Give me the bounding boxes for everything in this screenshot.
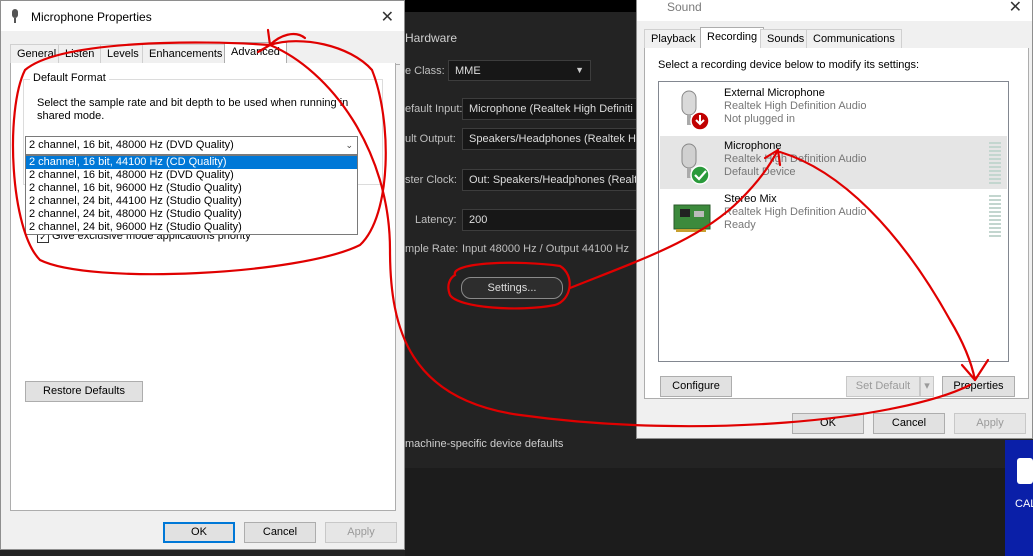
- device-row-microphone[interactable]: Microphone Realtek High Definition Audio…: [660, 136, 1007, 189]
- tab-sounds[interactable]: Sounds: [760, 29, 812, 49]
- ok-button[interactable]: OK: [792, 413, 864, 434]
- format-options-list: 2 channel, 16 bit, 44100 Hz (CD Quality)…: [25, 155, 358, 235]
- device-driver: Realtek High Definition Audio: [724, 100, 867, 112]
- apply-button[interactable]: Apply: [325, 522, 397, 543]
- default-input-value: Microphone (Realtek High Definiti: [469, 103, 633, 115]
- device-name: External Microphone: [724, 87, 825, 99]
- level-meter: [989, 195, 1001, 237]
- tab-enhancements[interactable]: Enhancements: [142, 44, 230, 64]
- format-option[interactable]: 2 channel, 24 bit, 44100 Hz (Studio Qual…: [26, 195, 357, 208]
- device-status: Ready: [724, 219, 756, 231]
- tab-recording[interactable]: Recording: [700, 27, 765, 49]
- advanced-panel: Default Format Select the sample rate an…: [10, 63, 396, 511]
- app-shortcut-icon: [1017, 458, 1033, 484]
- default-output-value: Speakers/Headphones (Realtek Hig: [469, 133, 637, 145]
- tab-general[interactable]: General: [10, 44, 64, 64]
- microphone-unplugged-icon: [681, 90, 710, 131]
- background-top-strip: [405, 0, 637, 12]
- hardware-section-title: Hardware: [405, 31, 458, 45]
- device-name: Microphone: [724, 140, 782, 152]
- device-class-label: e Class:: [405, 65, 445, 77]
- recording-instruction: Select a recording device below to modif…: [658, 59, 920, 71]
- device-driver: Realtek High Definition Audio: [724, 153, 867, 165]
- recording-device-list: External Microphone Realtek High Definit…: [658, 81, 1009, 362]
- sound-dialog: Sound ✕ Playback Recording Sounds Commun…: [636, 0, 1033, 439]
- sound-title: Sound: [667, 0, 702, 14]
- sample-rate-label: mple Rate:: [405, 243, 459, 255]
- device-row-external-microphone[interactable]: External Microphone Realtek High Definit…: [660, 83, 1007, 136]
- background-footer-area: [405, 468, 1005, 556]
- microphone-properties-dialog: Microphone Properties ✕ General Listen L…: [0, 0, 405, 550]
- settings-button[interactable]: Settings...: [461, 277, 563, 299]
- device-row-stereo-mix[interactable]: Stereo Mix Realtek High Definition Audio…: [660, 189, 1007, 242]
- tab-advanced[interactable]: Advanced: [224, 42, 287, 64]
- sound-card-icon: [673, 204, 711, 232]
- latency-value: 200: [469, 214, 488, 226]
- device-class-value: MME: [455, 65, 481, 77]
- device-class-select[interactable]: MME ▼: [448, 60, 591, 81]
- chevron-down-icon: ▼: [575, 65, 584, 75]
- latency-label: Latency:: [415, 214, 457, 226]
- chevron-down-icon: ▾: [924, 380, 930, 392]
- default-format-title: Default Format: [30, 72, 109, 84]
- default-input-label: efault Input:: [405, 103, 463, 115]
- cancel-button[interactable]: Cancel: [873, 413, 945, 434]
- microphone-icon: [12, 9, 18, 23]
- set-default-dropdown[interactable]: ▾: [920, 376, 934, 397]
- default-input-select[interactable]: Microphone (Realtek High Definiti: [462, 98, 637, 120]
- mic-titlebar[interactable]: Microphone Properties ✕: [1, 1, 404, 31]
- device-name: Stereo Mix: [724, 193, 777, 205]
- tab-listen[interactable]: Listen: [58, 44, 102, 64]
- level-meter: [989, 142, 1001, 184]
- cancel-button[interactable]: Cancel: [244, 522, 316, 543]
- mic-title: Microphone Properties: [31, 10, 152, 24]
- close-icon[interactable]: ✕: [1009, 0, 1022, 17]
- properties-button[interactable]: Properties: [942, 376, 1015, 397]
- mic-tab-bar: General Listen Levels Enhancements Advan…: [10, 42, 400, 65]
- desktop-shortcut[interactable]: CAL: [1005, 440, 1033, 556]
- format-dropdown[interactable]: 2 channel, 16 bit, 48000 Hz (DVD Quality…: [25, 136, 358, 155]
- tab-playback[interactable]: Playback: [644, 29, 703, 49]
- master-clock-value: Out: Speakers/Headphones (Realte: [469, 174, 637, 186]
- default-format-description: Select the sample rate and bit depth to …: [37, 97, 349, 122]
- default-output-label: ult Output:: [405, 133, 456, 145]
- chevron-down-icon: ⌄: [345, 140, 353, 150]
- tab-communications[interactable]: Communications: [806, 29, 902, 49]
- device-driver: Realtek High Definition Audio: [724, 206, 867, 218]
- device-status: Default Device: [724, 166, 796, 178]
- close-icon[interactable]: ✕: [381, 7, 394, 27]
- sample-rate-value: Input 48000 Hz / Output 44100 Hz: [462, 243, 629, 255]
- desktop-shortcut-label: CAL: [1015, 498, 1033, 510]
- sound-tab-bar: Playback Recording Sounds Communications: [644, 27, 1029, 50]
- apply-button[interactable]: Apply: [954, 413, 1026, 434]
- format-option[interactable]: 2 channel, 24 bit, 48000 Hz (Studio Qual…: [26, 208, 357, 221]
- latency-input[interactable]: 200: [462, 209, 637, 231]
- format-option[interactable]: 2 channel, 24 bit, 96000 Hz (Studio Qual…: [26, 221, 357, 234]
- restore-defaults-button[interactable]: Restore Defaults: [25, 381, 143, 402]
- master-clock-label: ster Clock:: [405, 174, 457, 186]
- format-option[interactable]: 2 channel, 16 bit, 48000 Hz (DVD Quality…: [26, 169, 357, 182]
- recording-panel: Select a recording device below to modif…: [644, 48, 1029, 399]
- device-status: Not plugged in: [724, 113, 795, 125]
- configure-button[interactable]: Configure: [660, 376, 732, 397]
- tab-levels[interactable]: Levels: [100, 44, 146, 64]
- default-output-select[interactable]: Speakers/Headphones (Realtek Hig: [462, 128, 637, 150]
- master-clock-select[interactable]: Out: Speakers/Headphones (Realte: [462, 169, 637, 191]
- device-defaults-text: machine-specific device defaults: [405, 438, 564, 450]
- microphone-default-icon: [681, 143, 710, 185]
- ok-button[interactable]: OK: [163, 522, 235, 543]
- format-option[interactable]: 2 channel, 16 bit, 96000 Hz (Studio Qual…: [26, 182, 357, 195]
- format-selected-value: 2 channel, 16 bit, 48000 Hz (DVD Quality…: [29, 139, 234, 151]
- set-default-button[interactable]: Set Default: [846, 376, 920, 397]
- format-option[interactable]: 2 channel, 16 bit, 44100 Hz (CD Quality): [26, 156, 357, 169]
- sound-titlebar[interactable]: Sound ✕: [637, 0, 1032, 21]
